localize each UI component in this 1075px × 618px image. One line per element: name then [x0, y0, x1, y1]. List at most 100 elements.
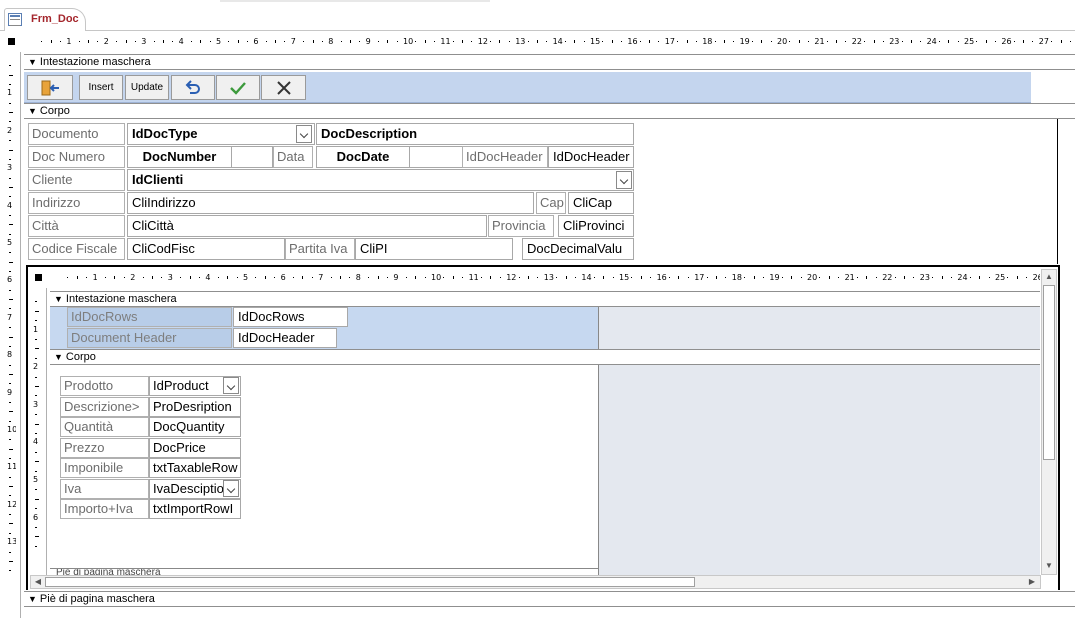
delete-button[interactable]: [261, 75, 306, 100]
doc-type-dropdown-arrow[interactable]: [296, 125, 312, 143]
scroll-right-icon[interactable]: ▶: [1026, 576, 1038, 588]
subform-right-border: [1058, 265, 1060, 590]
ruler-tick: [9, 337, 13, 338]
document-tab-strip: [0, 0, 1075, 31]
section-bar-body[interactable]: ▼ Corpo: [24, 103, 1075, 119]
ruler-tick: [114, 276, 115, 279]
cap-field[interactable]: CliCap: [568, 192, 634, 214]
ruler-tick: [143, 277, 144, 278]
horizontal-scroll-thumb[interactable]: [45, 577, 695, 587]
subform-row-field[interactable]: txtTaxableRow: [149, 458, 241, 478]
scroll-up-icon[interactable]: ▲: [1043, 271, 1055, 283]
subform-horizontal-scrollbar[interactable]: ◀ ▶: [30, 575, 1041, 589]
ruler-tick: [190, 276, 191, 279]
indirizzo-field[interactable]: CliIndirizzo: [127, 192, 534, 214]
ruler-tick: [227, 276, 228, 279]
subform-row-field[interactable]: DocQuantity: [149, 417, 241, 437]
subform-id-doc-header-field[interactable]: IdDocHeader: [233, 328, 337, 348]
doc-number-extra[interactable]: [231, 146, 273, 168]
form-footer-area: [24, 607, 1075, 618]
ruler-number: 2: [33, 362, 39, 372]
ruler-tick: [801, 277, 802, 278]
ruler-tick: [255, 277, 256, 278]
ruler-tick: [1061, 40, 1062, 43]
doc-date-field[interactable]: DocDate: [316, 146, 410, 168]
ruler-tick: [9, 365, 11, 366]
ruler-number: 20: [807, 273, 818, 282]
ruler-tick: [331, 277, 332, 278]
doc-date-extra[interactable]: [409, 146, 463, 168]
subform-row-field[interactable]: DocPrice: [149, 438, 241, 458]
doc-type-combo[interactable]: IdDocType: [127, 123, 315, 145]
update-button[interactable]: Update: [125, 75, 169, 100]
ruler-tick: [9, 374, 13, 375]
ruler-number: 2: [103, 37, 109, 46]
ruler-number: 21: [814, 37, 825, 46]
document-tab[interactable]: Frm_Doc: [4, 8, 86, 31]
section-bar-form-header[interactable]: ▼ Intestazione maschera: [24, 54, 1075, 70]
subform-section-bar-body[interactable]: ▼ Corpo: [50, 349, 1040, 365]
cliente-combo[interactable]: IdClienti: [127, 169, 634, 191]
ruler-tick: [9, 159, 11, 160]
ruler-tick: [631, 277, 632, 278]
ruler-tick: [67, 277, 68, 278]
subform-row-field[interactable]: txtImportRowI: [149, 499, 241, 519]
subform-row-field[interactable]: ProDesription: [149, 397, 241, 417]
ruler-tick: [566, 276, 567, 279]
subform-row-dropdown-arrow[interactable]: [223, 480, 239, 497]
ruler-tick: [1017, 276, 1018, 279]
cliente-dropdown-arrow[interactable]: [616, 171, 632, 189]
ruler-tick: [724, 40, 725, 43]
doc-decimal-value-field[interactable]: DocDecimalValu: [522, 238, 634, 260]
undo-button[interactable]: [171, 75, 215, 100]
ruler-tick: [911, 40, 912, 43]
partita-iva-field[interactable]: CliPI: [355, 238, 513, 260]
section-bar-form-footer[interactable]: ▼ Piè di pagina maschera: [24, 591, 1075, 607]
ruler-tick: [154, 41, 155, 42]
subform-row-dropdown-arrow[interactable]: [223, 377, 239, 394]
ruler-tick: [9, 262, 13, 263]
subform-row-label: Importo+Iva: [60, 499, 149, 519]
subform-section-bar-header[interactable]: ▼ Intestazione maschera: [50, 291, 1040, 307]
vertical-scroll-thumb[interactable]: [1043, 285, 1055, 460]
doc-number-field[interactable]: DocNumber: [127, 146, 232, 168]
subform-ruler-select-square[interactable]: [35, 274, 42, 281]
ruler-tick: [471, 41, 472, 42]
ruler-number: 4: [178, 37, 184, 46]
save-button[interactable]: [216, 75, 260, 100]
indirizzo-label: Indirizzo: [28, 192, 125, 214]
ruler-tick: [641, 276, 642, 279]
ruler-tick: [9, 299, 13, 300]
exit-button[interactable]: [27, 75, 73, 100]
ruler-tick: [970, 277, 971, 278]
ruler-select-square[interactable]: [8, 38, 15, 45]
subform-body-empty-area: [598, 365, 1040, 575]
ruler-tick: [265, 276, 266, 279]
citta-field[interactable]: CliCittà: [127, 215, 487, 237]
ruler-number: 22: [882, 273, 893, 282]
ruler-tick: [678, 276, 679, 279]
provincia-field[interactable]: CliProvinci: [558, 215, 634, 237]
id-doc-rows-field[interactable]: IdDocRows: [233, 307, 348, 327]
vertical-ruler: 1 2 3 4 5 6 7 8 9 10 11 12 13: [5, 52, 16, 618]
ruler-tick: [200, 40, 201, 43]
ruler-number: 17: [694, 273, 705, 282]
ruler-tick: [199, 277, 200, 278]
ruler-tick: [238, 40, 239, 43]
ruler-number: 8: [7, 350, 13, 360]
scroll-down-icon[interactable]: ▼: [1043, 560, 1055, 572]
section-arrow-icon: ▼: [28, 57, 37, 67]
ruler-tick: [1014, 41, 1015, 42]
subform-vertical-scrollbar[interactable]: ▲ ▼: [1041, 269, 1057, 575]
codice-fiscale-field[interactable]: CliCodFisc: [127, 238, 285, 260]
ruler-number: 8: [328, 37, 334, 46]
ruler-tick: [733, 41, 734, 42]
id-doc-header-field[interactable]: IdDocHeader: [548, 146, 634, 168]
ruler-number: 11: [440, 37, 451, 46]
insert-button[interactable]: Insert: [79, 75, 123, 100]
subform-row-label: Prodotto: [60, 376, 149, 396]
doc-description-field[interactable]: DocDescription: [316, 123, 634, 145]
ruler-tick: [35, 461, 39, 462]
ruler-number: 5: [216, 37, 222, 46]
scroll-left-icon[interactable]: ◀: [32, 576, 44, 588]
